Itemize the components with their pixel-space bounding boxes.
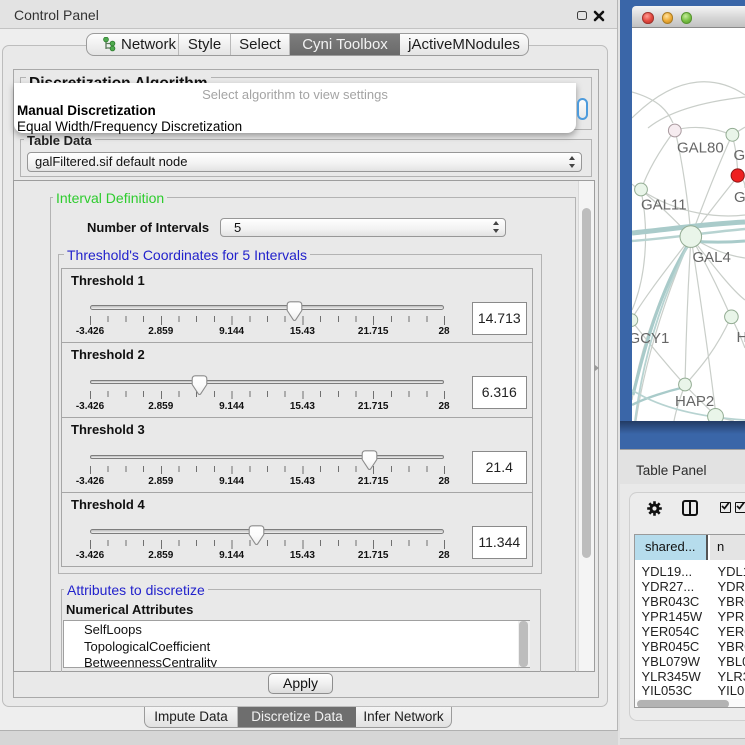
svg-text:GCY1: GCY1: [632, 330, 669, 347]
svg-text:HAP2: HAP2: [675, 393, 714, 410]
svg-text:GAL11: GAL11: [641, 197, 687, 214]
svg-text:G: G: [734, 189, 745, 206]
svg-text:GA: GA: [734, 147, 745, 164]
svg-text:GAL4: GAL4: [693, 249, 731, 266]
svg-text:GAL80: GAL80: [677, 140, 724, 157]
svg-text:H: H: [737, 329, 745, 346]
